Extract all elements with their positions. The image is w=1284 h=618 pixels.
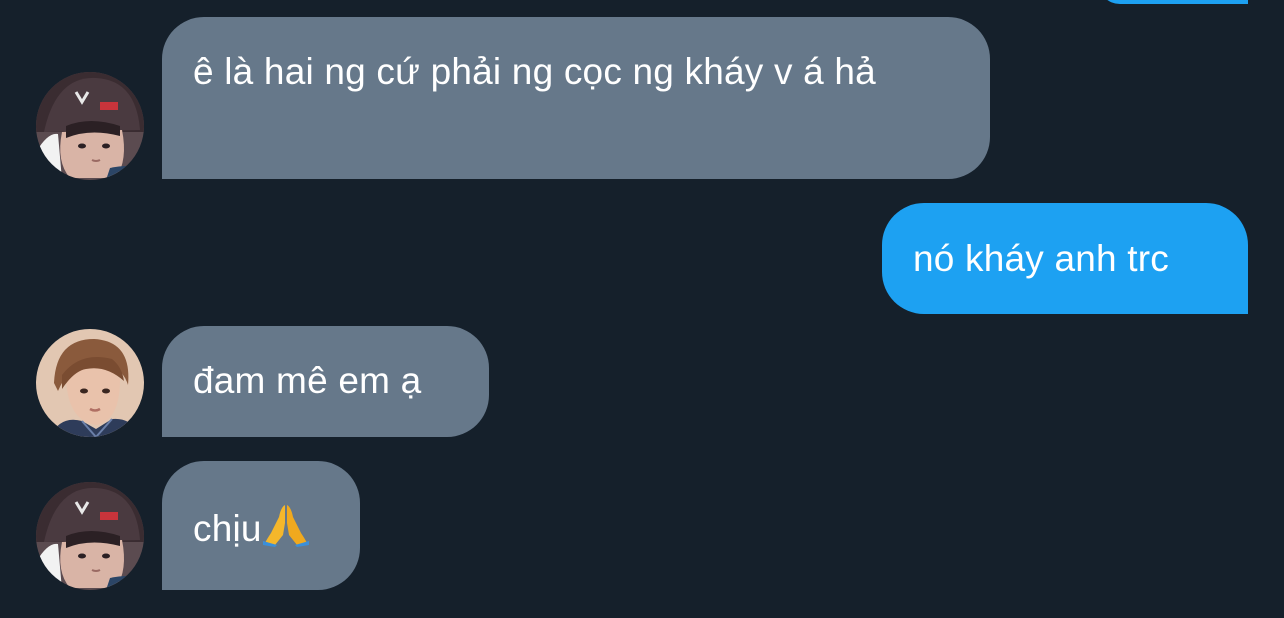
message-bubble-incoming[interactable]: chịu (162, 461, 360, 590)
message-text: ê là hai ng cứ phải ng cọc ng kháy v á h… (193, 51, 876, 92)
avatar-beanie-user-icon (36, 482, 144, 590)
message-bubble-outgoing[interactable]: nó kháy anh trc (882, 203, 1248, 314)
dm-conversation: ê là hai ng cứ phải ng cọc ng kháy v á h… (0, 0, 1284, 618)
avatar-brown-hair-user-icon (36, 329, 144, 437)
message-bubble-incoming[interactable]: ê là hai ng cứ phải ng cọc ng kháy v á h… (162, 17, 990, 179)
avatar-beanie-user-icon (36, 72, 144, 180)
avatar[interactable] (36, 72, 144, 180)
message-bubble-incoming[interactable]: đam mê em ạ (162, 326, 489, 437)
message-text: đam mê em ạ (193, 360, 422, 401)
message-text: chịu (193, 508, 262, 549)
folded-hands-emoji-icon (262, 503, 309, 561)
avatar[interactable] (36, 329, 144, 437)
previous-outgoing-bubble-fragment[interactable] (1098, 0, 1248, 4)
avatar[interactable] (36, 482, 144, 590)
message-text: nó kháy anh trc (913, 238, 1169, 279)
